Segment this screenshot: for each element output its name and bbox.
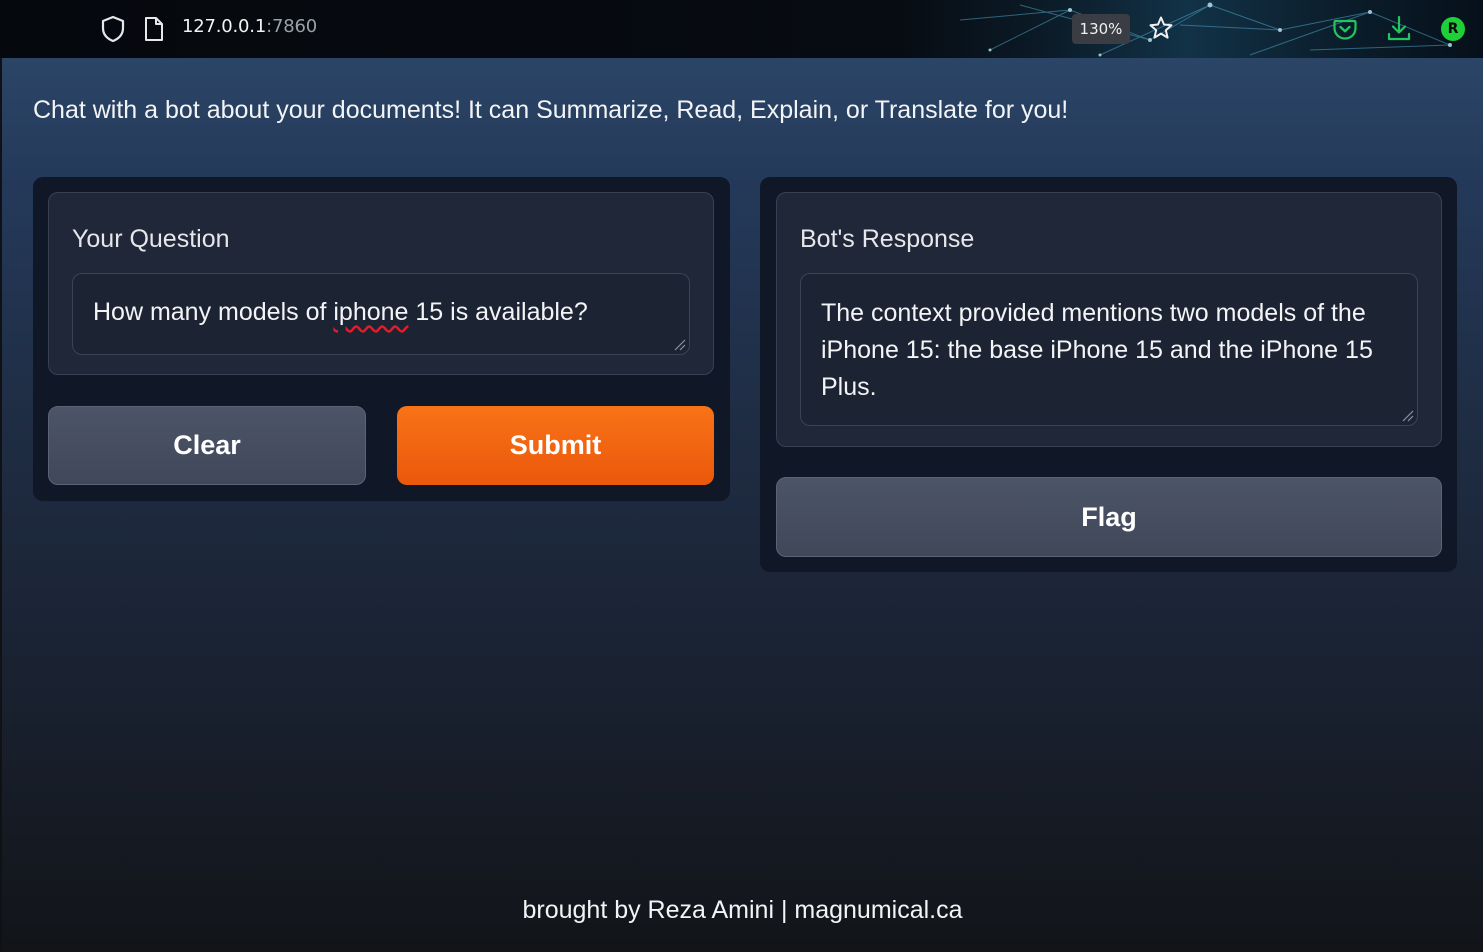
url-host: 127.0.0.1 xyxy=(182,16,267,37)
browser-toolbar: 127.0.0.1:7860 130% R xyxy=(0,0,1483,58)
question-input[interactable]: How many models of iphone 15 is availabl… xyxy=(72,273,690,355)
resize-handle-icon[interactable] xyxy=(1400,408,1414,422)
zoom-level-badge[interactable]: 130% xyxy=(1072,14,1130,44)
app-viewport: Chat with a bot about your documents! It… xyxy=(2,58,1483,952)
response-text: The context provided mentions two models… xyxy=(821,299,1373,401)
pocket-icon[interactable] xyxy=(1332,16,1358,42)
output-panel: Bot's Response The context provided ment… xyxy=(760,177,1457,572)
question-text-after: 15 is available? xyxy=(408,298,588,326)
response-label: Bot's Response xyxy=(800,225,975,253)
url-port: :7860 xyxy=(266,16,317,37)
footer-credit: brought by Reza Amini | magnumical.ca xyxy=(522,896,963,924)
download-icon[interactable] xyxy=(1386,14,1412,42)
misspelled-word: iphone xyxy=(333,298,409,326)
resize-handle-icon[interactable] xyxy=(672,337,686,351)
app-description: Chat with a bot about your documents! It… xyxy=(33,96,1069,124)
input-panel: Your Question How many models of iphone … xyxy=(33,177,730,501)
page-icon[interactable] xyxy=(143,16,165,42)
response-block: Bot's Response The context provided ment… xyxy=(776,192,1442,447)
submit-button[interactable]: Submit xyxy=(397,406,714,485)
question-block: Your Question How many models of iphone … xyxy=(48,192,714,375)
star-icon[interactable] xyxy=(1148,15,1174,41)
response-output[interactable]: The context provided mentions two models… xyxy=(800,273,1418,426)
address-bar-url[interactable]: 127.0.0.1:7860 xyxy=(182,16,317,37)
question-label: Your Question xyxy=(72,225,230,253)
question-text-before: How many models of xyxy=(93,298,334,326)
flag-button[interactable]: Flag xyxy=(776,477,1442,557)
account-avatar[interactable]: R xyxy=(1441,17,1465,41)
clear-button[interactable]: Clear xyxy=(48,406,366,485)
shield-icon[interactable] xyxy=(100,15,126,43)
